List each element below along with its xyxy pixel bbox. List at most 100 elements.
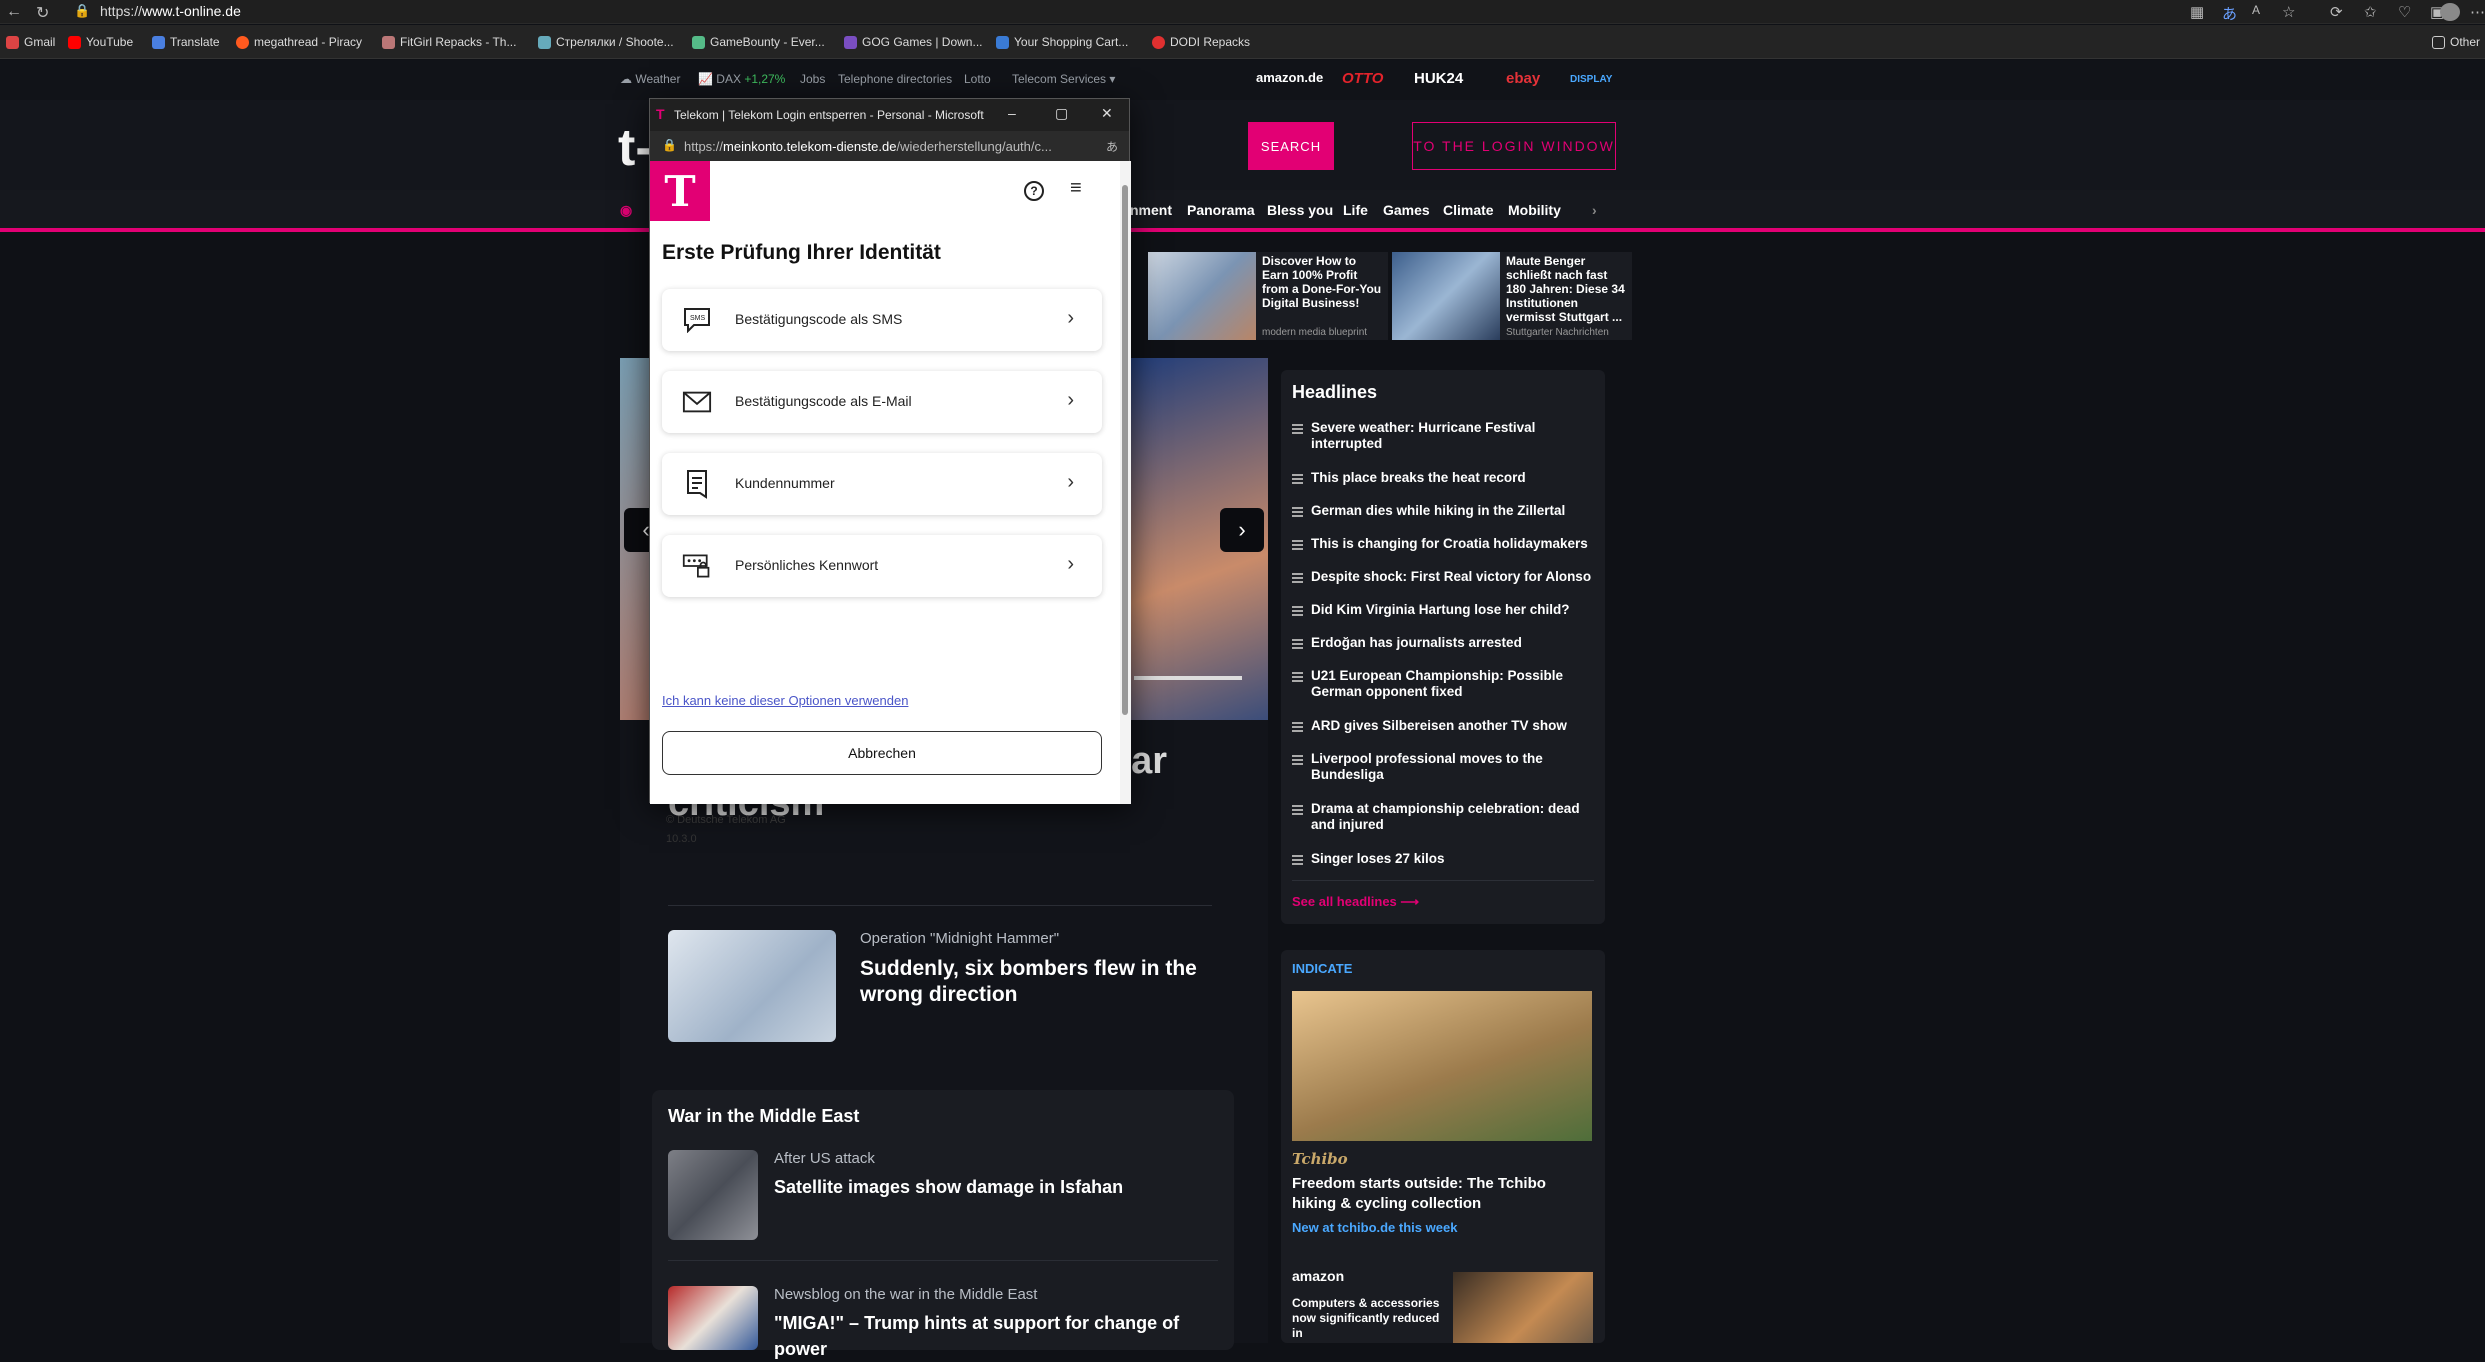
bookmark-translate[interactable]: Translate — [152, 35, 220, 49]
headline-item[interactable]: U21 European Championship: Possible Germ… — [1311, 668, 1596, 700]
ad-text[interactable]: Computers & accessories now significantl… — [1292, 1296, 1442, 1341]
headline-item[interactable]: Did Kim Virginia Hartung lose her child? — [1311, 602, 1596, 618]
headline-item[interactable]: Singer loses 27 kilos — [1311, 851, 1596, 867]
profile-avatar[interactable] — [2440, 3, 2460, 21]
option-customer-number[interactable]: Kundennummer › — [662, 453, 1102, 515]
bookmark-shooters[interactable]: Стрелялки / Shoote... — [538, 35, 674, 49]
popup-scrollbar[interactable] — [1120, 161, 1131, 804]
bookmark-fitgirl[interactable]: FitGirl Repacks - Th... — [382, 35, 516, 49]
nav-mobility[interactable]: Mobility — [1508, 202, 1561, 218]
address-bar[interactable]: https://www.t-online.de — [100, 3, 241, 19]
reader-icon[interactable]: ▦ — [2190, 3, 2204, 21]
carousel-next-button[interactable]: › — [1220, 508, 1264, 552]
headline-item[interactable]: ARD gives Silbereisen another TV show — [1311, 718, 1596, 734]
location-icon[interactable]: ◉ — [620, 202, 632, 219]
close-icon[interactable]: ✕ — [1101, 105, 1113, 122]
refresh-icon[interactable]: ↻ — [36, 3, 49, 23]
article-image[interactable] — [668, 930, 836, 1042]
ad-image[interactable] — [1453, 1272, 1593, 1343]
ad-title[interactable]: Freedom starts outside: The Tchibo hikin… — [1292, 1174, 1582, 1214]
article-image[interactable] — [668, 1286, 758, 1350]
health-icon[interactable]: ♡ — [2398, 3, 2411, 21]
telephone-directories-link[interactable]: Telephone directories — [838, 72, 952, 86]
ad-image[interactable] — [1292, 991, 1592, 1141]
lotto-link[interactable]: Lotto — [964, 72, 991, 86]
maximize-icon[interactable]: ▢ — [1055, 105, 1068, 122]
other-bookmarks[interactable]: Other — [2432, 35, 2480, 49]
menu-icon[interactable]: ≡ — [1070, 177, 1082, 200]
nav-climate[interactable]: Climate — [1443, 202, 1494, 218]
headline-item[interactable]: Erdoğan has journalists arrested — [1311, 635, 1596, 651]
popup-titlebar[interactable]: T Telekom | Telekom Login entsperren - P… — [650, 99, 1129, 131]
bookmark-dodi[interactable]: DODI Repacks — [1152, 35, 1250, 49]
option-email[interactable]: Bestätigungscode als E-Mail › — [662, 371, 1102, 433]
lock-icon[interactable]: 🔒 — [74, 3, 90, 19]
bookmark-gmail[interactable]: Gmail — [6, 35, 55, 49]
headline-item[interactable]: Despite shock: First Real victory for Al… — [1311, 569, 1596, 585]
password-icon — [682, 553, 712, 579]
extensions-icon[interactable]: ⟳ — [2330, 3, 2343, 21]
translate-icon[interactable]: あ — [2222, 3, 2237, 24]
article-title[interactable]: Suddenly, six bombers flew in the wrong … — [860, 956, 1220, 1008]
no-option-link[interactable]: Ich kann keine dieser Optionen verwenden — [662, 693, 908, 708]
option-password[interactable]: Persönliches Kennwort › — [662, 535, 1102, 597]
headline-item[interactable]: Liverpool professional moves to the Bund… — [1311, 751, 1596, 783]
nav-panorama[interactable]: Panorama — [1187, 202, 1255, 218]
partner-display[interactable]: DISPLAY — [1570, 74, 1612, 85]
search-button[interactable]: SEARCH — [1248, 122, 1334, 170]
main-nav: ◉ nment Panorama Bless you Life Games Cl… — [0, 190, 2485, 232]
site-logo[interactable]: t- — [618, 118, 653, 178]
minimize-icon[interactable]: – — [1008, 105, 1016, 121]
tchibo-logo: Tchibo — [1292, 1150, 1348, 1168]
see-all-headlines-link[interactable]: See all headlines ⟶ — [1292, 894, 1419, 910]
dax-link[interactable]: 📈 DAX +1,27% — [698, 72, 785, 86]
site-header — [0, 100, 2485, 190]
headline-item[interactable]: Severe weather: Hurricane Festival inter… — [1311, 420, 1596, 452]
headline-item[interactable]: German dies while hiking in the Zillerta… — [1311, 503, 1596, 519]
telecom-services-link[interactable]: Telecom Services ▾ — [1012, 72, 1115, 86]
partner-huk24[interactable]: HUK24 — [1414, 70, 1463, 87]
headline-item[interactable]: Drama at championship celebration: dead … — [1311, 801, 1596, 833]
partner-otto[interactable]: OTTO — [1342, 70, 1383, 87]
bookmark-youtube[interactable]: YouTube — [68, 35, 133, 49]
partner-amazon[interactable]: amazon.de — [1256, 70, 1323, 85]
favorite-star-icon[interactable]: ☆ — [2282, 3, 2295, 21]
bookmark-gog[interactable]: GOG Games | Down... — [844, 35, 982, 49]
favorites-icon[interactable]: ✩ — [2364, 3, 2377, 21]
article-kicker: Operation "Midnight Hammer" — [860, 930, 1060, 947]
site-top-strip: ☁ Weather 📈 DAX +1,27% Jobs Telephone di… — [0, 60, 2485, 100]
teaser-source: modern media blueprint — [1262, 327, 1368, 338]
headline-item[interactable]: This place breaks the heat record — [1311, 470, 1596, 486]
partner-ebay[interactable]: ebay — [1506, 70, 1540, 87]
bookmark-megathread[interactable]: megathread - Piracy — [236, 35, 362, 49]
back-icon[interactable]: ← — [6, 3, 22, 21]
translate-icon[interactable]: あ — [1106, 138, 1118, 155]
nav-bless-you[interactable]: Bless you — [1267, 202, 1333, 218]
popup-url[interactable]: https://meinkonto.telekom-dienste.de/wie… — [684, 139, 1094, 154]
scrollbar-thumb[interactable] — [1122, 185, 1128, 715]
nav-entertainment[interactable]: nment — [1130, 202, 1172, 218]
more-icon[interactable]: ⋯ — [2470, 3, 2485, 21]
article-image[interactable] — [668, 1150, 758, 1240]
jobs-link[interactable]: Jobs — [800, 72, 825, 86]
bookmark-gamebounty[interactable]: GameBounty - Ever... — [692, 35, 825, 49]
telekom-logo: T — [650, 161, 710, 221]
help-icon[interactable]: ? — [1024, 181, 1044, 201]
popup-address-bar[interactable]: 🔒 https://meinkonto.telekom-dienste.de/w… — [650, 131, 1129, 161]
list-icon — [1292, 540, 1303, 542]
option-sms[interactable]: SMS Bestätigungscode als SMS › — [662, 289, 1102, 351]
read-aloud-icon[interactable]: A — [2252, 3, 2260, 17]
ad-teaser-2[interactable]: Maute Benger schließt nach fast 180 Jahr… — [1392, 252, 1632, 340]
login-button[interactable]: TO THE LOGIN WINDOW — [1412, 122, 1616, 170]
article-title[interactable]: "MIGA!" – Trump hints at support for cha… — [774, 1310, 1234, 1362]
nav-next-chevron-icon[interactable]: › — [1592, 202, 1597, 218]
nav-games[interactable]: Games — [1383, 202, 1430, 218]
nav-life[interactable]: Life — [1343, 202, 1368, 218]
ad-teaser-1[interactable]: Discover How to Earn 100% Profit from a … — [1148, 252, 1388, 340]
ad-cta-link[interactable]: New at tchibo.de this week — [1292, 1220, 1457, 1235]
headline-item[interactable]: This is changing for Croatia holidaymake… — [1311, 536, 1596, 552]
bookmark-shopping-cart[interactable]: Your Shopping Cart... — [996, 35, 1128, 49]
article-title[interactable]: Satellite images show damage in Isfahan — [774, 1174, 1214, 1200]
cancel-button[interactable]: Abbrechen — [662, 731, 1102, 775]
weather-link[interactable]: ☁ Weather — [620, 72, 680, 86]
